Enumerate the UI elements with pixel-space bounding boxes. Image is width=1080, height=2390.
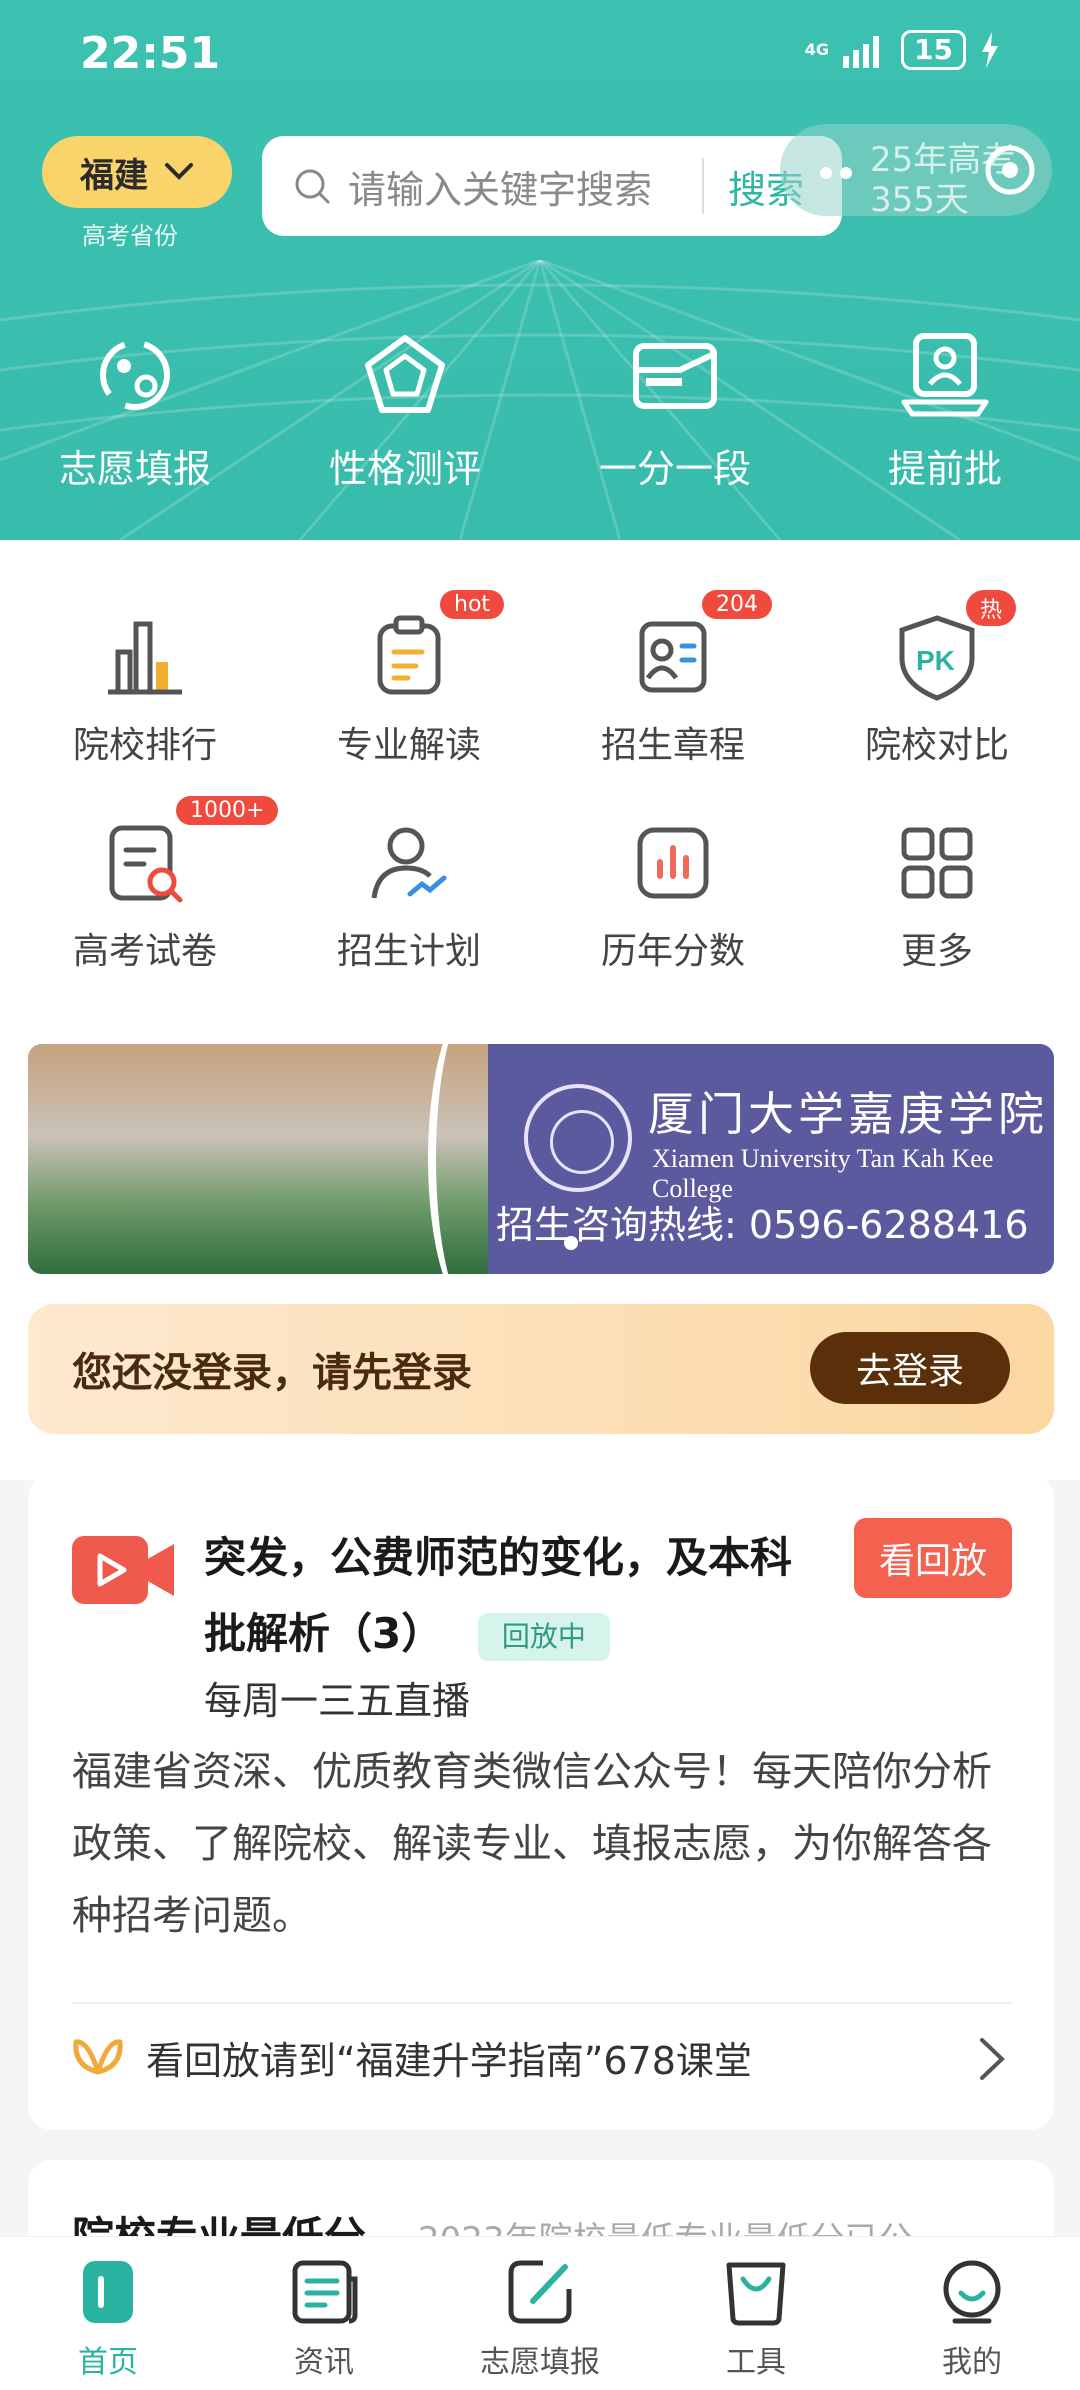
login-prompt: 您还没登录，请先登录 去登录	[28, 1304, 1054, 1434]
main-nav-label: 志愿填报	[58, 447, 211, 491]
pk-shield-icon: PK	[899, 615, 975, 701]
main-nav-item-volunteer[interactable]: 志愿填报	[0, 330, 270, 493]
status-indicators: 4G 15	[805, 30, 1000, 70]
main-nav-item-personality[interactable]: 性格测评	[270, 330, 540, 493]
user-trend-icon	[371, 827, 447, 899]
login-button[interactable]: 去登录	[810, 1332, 1010, 1404]
tab-profile[interactable]: 我的	[864, 2237, 1080, 2390]
badge-hot: hot	[440, 590, 505, 619]
edit-icon	[508, 2260, 572, 2324]
grid-item-more[interactable]: 更多	[802, 818, 1072, 974]
status-time: 22:51	[80, 28, 221, 79]
live-schedule: 每周一三五直播	[204, 1679, 471, 1723]
grid-label: 招生章程	[600, 725, 745, 766]
banner-title-cn: 厦门大学嘉庚学院	[648, 1087, 1048, 1141]
grid-item-exam-papers[interactable]: 高考试卷	[10, 818, 280, 974]
butterfly-logo-icon	[73, 2038, 123, 2074]
tab-news[interactable]: 资讯	[216, 2237, 432, 2390]
grid-item-major-guide[interactable]: 专业解读	[274, 612, 544, 768]
pentagon-icon	[365, 335, 445, 413]
badge-count-papers: 1000+	[176, 796, 279, 825]
network-type: 4G	[804, 40, 830, 59]
clipboard-icon	[377, 615, 441, 695]
ticket-icon	[633, 343, 717, 409]
live-title[interactable]: 突发，公费师范的变化，及本科批解析（3） 回放中	[204, 1520, 824, 1672]
chevron-down-icon	[165, 163, 193, 180]
replay-status-tag: 回放中	[477, 1612, 610, 1661]
exam-paper-icon	[109, 825, 183, 903]
swap-circle-icon	[100, 340, 170, 410]
user-face-icon	[943, 2260, 1001, 2324]
search-icon	[295, 169, 330, 204]
login-prompt-text: 您还没登录，请先登录	[72, 1350, 472, 1396]
badge-count: 204	[702, 590, 772, 619]
status-bar: 22:51 4G 15	[0, 0, 1080, 110]
grid-label: 院校对比	[864, 725, 1009, 766]
svg-text:PK: PK	[916, 645, 955, 676]
id-card-icon	[901, 333, 989, 417]
grid-label: 院校排行	[72, 725, 217, 766]
live-description: 福建省资深、优质教育类微信公众号！每天陪你分析政策、了解院校、解读专业、填报志愿…	[72, 1749, 992, 1939]
header: 22:51 4G 15 福建 高考省份 请输入关键字搜索 搜索 25年高考 35…	[0, 0, 1080, 540]
main-nav-item-score-rank[interactable]: 一分一段	[540, 330, 810, 493]
province-selector[interactable]: 福建	[42, 136, 232, 208]
main-nav-label: 提前批	[887, 447, 1002, 491]
tab-home[interactable]: 首页	[0, 2237, 216, 2390]
grid-label: 更多	[900, 931, 973, 972]
province-caption: 高考省份	[82, 222, 178, 250]
video-camera-icon	[72, 1536, 174, 1604]
watch-replay-button[interactable]: 看回放	[854, 1518, 1012, 1598]
tab-label: 志愿填报	[480, 2345, 600, 2380]
live-card: 突发，公费师范的变化，及本科批解析（3） 回放中 看回放 每周一三五直播 福建省…	[28, 1474, 1054, 2130]
main-nav-item-early-batch[interactable]: 提前批	[810, 330, 1080, 493]
search-input[interactable]: 请输入关键字搜索	[348, 159, 698, 214]
main-nav: 志愿填报 性格测评 一分一段 提前批	[0, 330, 1080, 493]
newspaper-icon	[292, 2260, 358, 2324]
signal-icon	[843, 36, 880, 68]
tab-label: 我的	[942, 2345, 1002, 2380]
province-name: 福建	[80, 155, 148, 196]
battery-level: 15	[901, 30, 966, 70]
replay-footer-link[interactable]: 看回放请到“福建升学指南”678课堂	[72, 2030, 752, 2085]
grid-item-rankings[interactable]: 院校排行	[10, 612, 280, 768]
countdown-dots	[820, 164, 860, 183]
target-icon[interactable]	[982, 142, 1038, 198]
main-nav-label: 性格测评	[328, 447, 481, 491]
grid-item-admission-rules[interactable]: 招生章程	[538, 612, 808, 768]
tab-label: 资讯	[294, 2345, 354, 2380]
document-person-icon	[639, 621, 707, 693]
bar-chart-icon	[108, 621, 182, 695]
grid-label: 专业解读	[336, 725, 481, 766]
campus-photo	[28, 1044, 488, 1274]
banner-pager-dot	[564, 1236, 578, 1250]
tab-label: 工具	[726, 2345, 786, 2380]
search-divider	[702, 158, 704, 214]
home-icon	[83, 2261, 133, 2323]
exam-countdown[interactable]: 25年高考 355天	[780, 124, 1052, 220]
stats-icon	[637, 827, 709, 899]
card-divider	[72, 2002, 1012, 2004]
grid-item-past-scores[interactable]: 历年分数	[538, 818, 808, 974]
tab-label: 首页	[78, 2345, 138, 2380]
replay-footer-text: 看回放请到“福建升学指南”678课堂	[146, 2039, 752, 2083]
shopping-bag-icon	[726, 2262, 786, 2326]
badge-hot-cn: 热	[966, 590, 1017, 626]
chevron-right-icon[interactable]	[974, 2034, 1010, 2084]
grid-item-admission-plan[interactable]: 招生计划	[274, 818, 544, 974]
tab-tools[interactable]: 工具	[648, 2237, 864, 2390]
charging-icon	[982, 32, 998, 68]
search-bar[interactable]: 请输入关键字搜索 搜索	[262, 136, 842, 236]
bottom-tab-bar: 首页 资讯 志愿填报 工具 我的	[0, 2236, 1080, 2390]
grid-item-compare[interactable]: PK 院校对比	[802, 612, 1072, 768]
tab-volunteer[interactable]: 志愿填报	[432, 2237, 648, 2390]
promo-banner[interactable]: 厦门大学嘉庚学院 Xiamen University Tan Kah Kee C…	[28, 1044, 1054, 1274]
feature-grid: 院校排行 专业解读 hot 招生章程 204 PK 院校对比 热 高考试卷 10…	[0, 540, 1080, 1010]
grid-label: 历年分数	[600, 931, 745, 972]
grid-icon	[901, 827, 973, 899]
grid-label: 招生计划	[336, 931, 481, 972]
college-seal-icon	[524, 1084, 632, 1192]
countdown-days: 355天	[870, 180, 969, 220]
grid-label: 高考试卷	[72, 931, 217, 972]
main-nav-label: 一分一段	[598, 447, 751, 491]
